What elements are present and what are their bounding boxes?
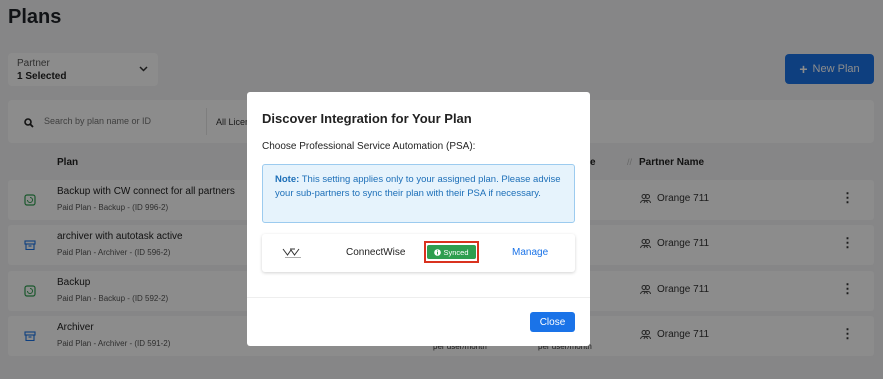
info-icon [434, 248, 442, 256]
discover-integration-modal: Discover Integration for Your Plan Choos… [247, 92, 590, 346]
modal-title: Discover Integration for Your Plan [262, 111, 472, 126]
modal-subtitle: Choose Professional Service Automation (… [262, 141, 476, 152]
psa-name: ConnectWise [346, 247, 406, 258]
note-text: This setting applies only to your assign… [275, 174, 561, 199]
synced-label: Synced [443, 247, 469, 257]
connectwise-logo-icon [282, 246, 304, 264]
modal-footer-divider [247, 297, 590, 298]
manage-link[interactable]: Manage [512, 247, 548, 258]
psa-card-connectwise: ConnectWise Synced Manage [262, 234, 575, 272]
close-button[interactable]: Close [530, 312, 575, 332]
note-label: Note: [275, 174, 300, 185]
synced-badge: Synced [427, 245, 476, 259]
synced-highlight: Synced [424, 241, 479, 263]
info-note: Note: This setting applies only to your … [262, 164, 575, 223]
